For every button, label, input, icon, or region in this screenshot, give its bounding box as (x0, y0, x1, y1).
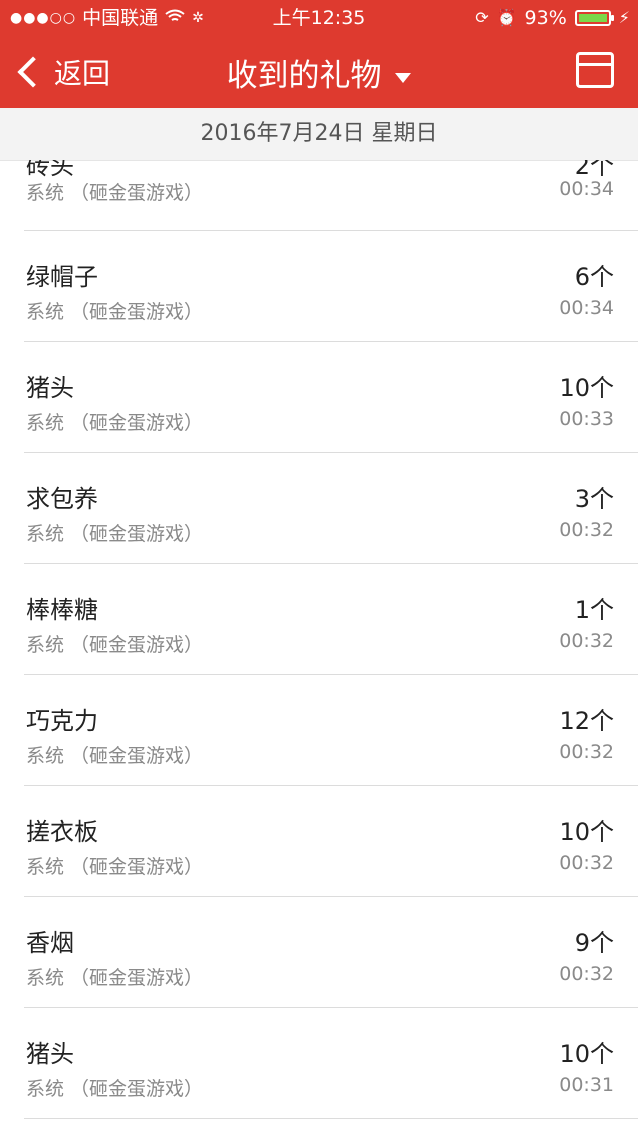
gift-count: 1个 (574, 596, 614, 624)
status-right: ⟳ ⏰ 93% ⚡ (475, 0, 630, 36)
gift-source: 系统 （砸金蛋游戏） (26, 634, 204, 656)
gift-name: 猪头 (26, 374, 74, 402)
list-item[interactable]: 绿帽子 系统 （砸金蛋游戏） 6个 00:34 (24, 231, 638, 342)
gift-name: 香烟 (26, 929, 74, 957)
rotation-lock-icon: ⟳ (475, 8, 489, 27)
gift-name: 搓衣板 (26, 818, 98, 846)
charging-icon: ⚡ (618, 8, 630, 27)
battery-icon (574, 10, 614, 26)
list-item[interactable]: 棒棒糖 系统 （砸金蛋游戏） 1个 00:32 (24, 564, 638, 675)
gift-name: 巧克力 (26, 707, 98, 735)
gift-name: 绿帽子 (26, 263, 98, 291)
list-item[interactable]: 香烟 系统 （砸金蛋游戏） 9个 00:32 (24, 897, 638, 1008)
gift-count: 10个 (559, 1040, 614, 1068)
gift-time: 00:33 (559, 408, 614, 430)
status-bar: ●●●○○ 中国联通 ✲ 上午12:35 ⟳ ⏰ 93% ⚡ (0, 0, 638, 36)
list-item[interactable]: 猪头 系统 （砸金蛋游戏） 10个 00:33 (24, 342, 638, 453)
gift-time: 00:32 (559, 852, 614, 874)
list-item[interactable]: 巧克力 系统 （砸金蛋游戏） 12个 00:32 (24, 675, 638, 786)
gift-count: 12个 (559, 707, 614, 735)
gift-source: 系统 （砸金蛋游戏） (26, 523, 204, 545)
page-title: 收到的礼物 (226, 58, 382, 94)
gift-source: 系统 （砸金蛋游戏） (26, 301, 204, 323)
gift-source: 系统 （砸金蛋游戏） (26, 967, 204, 989)
gift-name: 求包养 (26, 485, 98, 513)
gift-source: 系统 （砸金蛋游戏） (26, 745, 204, 767)
page-title-dropdown[interactable]: 收到的礼物 (0, 50, 638, 95)
chevron-down-icon (395, 72, 412, 83)
gift-time: 00:34 (559, 297, 614, 319)
gift-count: 10个 (559, 374, 614, 402)
gift-source: 系统 （砸金蛋游戏） (26, 856, 204, 878)
gift-time: 00:32 (559, 741, 614, 763)
gift-time: 00:34 (559, 178, 614, 200)
alarm-icon: ⏰ (496, 8, 517, 27)
gift-list: 砖头 系统 （砸金蛋游戏） 2个 00:34 绿帽子 系统 （砸金蛋游戏） 6个… (0, 160, 638, 1136)
gift-time: 00:32 (559, 519, 614, 541)
date-header: 2016年7月24日 星期日 (0, 108, 638, 161)
gift-source: 系统 （砸金蛋游戏） (26, 182, 204, 204)
gift-name: 棒棒糖 (26, 596, 98, 624)
list-item[interactable]: 猪头 系统 （砸金蛋游戏） 10个 00:31 (24, 1008, 638, 1119)
gift-source: 系统 （砸金蛋游戏） (26, 1078, 204, 1100)
gift-name: 猪头 (26, 1040, 74, 1068)
list-item[interactable]: 求包养 系统 （砸金蛋游戏） 3个 00:32 (24, 453, 638, 564)
gift-count: 10个 (559, 818, 614, 846)
gift-time: 00:32 (559, 630, 614, 652)
list-item[interactable]: 砖头 系统 （砸金蛋游戏） 2个 00:34 (24, 160, 638, 231)
top-bar: ●●●○○ 中国联通 ✲ 上午12:35 ⟳ ⏰ 93% ⚡ 返回 收到的礼物 (0, 0, 638, 108)
gift-time: 00:32 (559, 963, 614, 985)
calendar-button[interactable] (576, 52, 614, 88)
battery-percent: 93% (524, 7, 567, 29)
gift-count: 9个 (574, 929, 614, 957)
list-item[interactable]: 搓衣板 系统 （砸金蛋游戏） 10个 00:32 (24, 786, 638, 897)
gift-count: 3个 (574, 485, 614, 513)
nav-bar: 返回 收到的礼物 (0, 36, 638, 108)
gift-source: 系统 （砸金蛋游戏） (26, 412, 204, 434)
gift-count: 6个 (574, 263, 614, 291)
gift-time: 00:31 (559, 1074, 614, 1096)
